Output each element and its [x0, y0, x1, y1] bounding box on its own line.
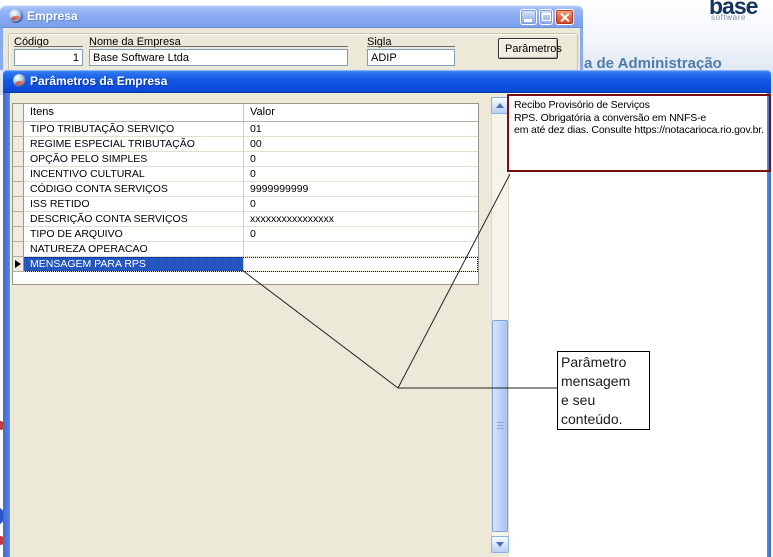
chevron-up-icon	[496, 103, 504, 108]
annotation-note-box: Parâmetro mensagem e seu conteúdo.	[557, 351, 650, 430]
empresa-window-body: Código Nome da Empresa Sigla Parâmetros	[0, 28, 583, 70]
row-item-cell[interactable]: OPÇÃO PELO SIMPLES	[24, 152, 244, 167]
note-line: mensagem	[561, 372, 649, 391]
table-row[interactable]: INCENTIVO CULTURAL 0	[13, 167, 478, 182]
row-item-cell[interactable]: DESCRIÇÃO CONTA SERVIÇOS	[24, 212, 244, 227]
row-selector-cell[interactable]	[13, 197, 24, 212]
empresa-window: Empresa Código Nome da Empresa Sigla Par…	[0, 5, 583, 70]
grid-header-row: Itens Valor	[13, 104, 478, 122]
close-button[interactable]	[555, 9, 574, 25]
row-item-cell[interactable]: INCENTIVO CULTURAL	[24, 167, 244, 182]
chevron-down-icon	[496, 542, 504, 547]
table-row[interactable]: NATUREZA OPERACAO	[13, 242, 478, 257]
row-valor-cell[interactable]: 0	[244, 227, 478, 242]
screen: base software a de Administração Empresa…	[0, 0, 773, 557]
nome-empresa-field[interactable]	[89, 49, 348, 66]
table-row[interactable]: OPÇÃO PELO SIMPLES 0	[13, 152, 478, 167]
parametros-button[interactable]: Parâmetros	[498, 38, 558, 59]
row-selector-cell[interactable]	[13, 227, 24, 242]
empresa-titlebar[interactable]: Empresa	[0, 5, 583, 28]
sigla-field[interactable]	[367, 49, 455, 66]
empresa-window-title: Empresa	[27, 9, 78, 23]
minimize-button[interactable]	[520, 9, 537, 25]
row-valor-cell[interactable]: 01	[244, 122, 478, 137]
table-row[interactable]: ISS RETIDO 0	[13, 197, 478, 212]
row-selector-cell[interactable]	[13, 152, 24, 167]
parameters-grid-body: TIPO TRIBUTAÇÃO SERVIÇO 01 REGIME ESPECI…	[13, 122, 478, 272]
row-item-cell[interactable]: CÓDIGO CONTA SERVIÇOS	[24, 182, 244, 197]
table-row[interactable]: MENSAGEM PARA RPS	[13, 257, 478, 272]
parametros-window-icon	[13, 74, 26, 87]
row-valor-cell[interactable]: xxxxxxxxxxxxxxxx	[244, 212, 478, 227]
sigla-underline	[367, 46, 455, 47]
table-row[interactable]: REGIME ESPECIAL TRIBUTAÇÃO 00	[13, 137, 478, 152]
row-valor-cell[interactable]	[244, 242, 478, 257]
base-logo-subtext: software	[711, 13, 746, 22]
row-selector-cell[interactable]	[13, 242, 24, 257]
scrollbar-thumb[interactable]	[492, 320, 508, 532]
row-selector-cell[interactable]	[13, 167, 24, 182]
row-valor-cell[interactable]: 0	[244, 152, 478, 167]
codigo-underline	[14, 46, 83, 47]
table-row[interactable]: CÓDIGO CONTA SERVIÇOS 9999999999	[13, 182, 478, 197]
minimize-icon	[524, 19, 532, 22]
row-selector-cell[interactable]	[13, 257, 24, 272]
table-row[interactable]: TIPO TRIBUTAÇÃO SERVIÇO 01	[13, 122, 478, 137]
current-row-marker-icon	[15, 260, 21, 268]
row-item-cell[interactable]: MENSAGEM PARA RPS	[24, 257, 244, 272]
grid-selector-header	[13, 104, 24, 121]
row-item-cell[interactable]: TIPO TRIBUTAÇÃO SERVIÇO	[24, 122, 244, 137]
empresa-window-icon	[9, 9, 23, 23]
row-item-cell[interactable]: REGIME ESPECIAL TRIBUTAÇÃO	[24, 137, 244, 152]
scrollbar-grip-icon	[497, 422, 504, 430]
row-selector-cell[interactable]	[13, 212, 24, 227]
highlight-rectangle	[507, 94, 771, 172]
parametros-titlebar[interactable]: Parâmetros da Empresa	[3, 70, 771, 93]
column-header-valor[interactable]: Valor	[244, 104, 478, 121]
row-valor-cell[interactable]: 00	[244, 137, 478, 152]
scroll-down-button[interactable]	[491, 536, 509, 553]
window-border	[3, 93, 10, 557]
row-valor-cell[interactable]	[244, 257, 478, 272]
codigo-field[interactable]	[14, 49, 83, 66]
parameters-grid: Itens Valor TIPO TRIBUTAÇÃO SERVIÇO 01 R…	[12, 103, 479, 285]
row-item-cell[interactable]: NATUREZA OPERACAO	[24, 242, 244, 257]
row-selector-cell[interactable]	[13, 182, 24, 197]
row-valor-cell[interactable]: 0	[244, 167, 478, 182]
row-item-cell[interactable]: TIPO DE ARQUIVO	[24, 227, 244, 242]
maximize-icon	[542, 13, 551, 21]
column-header-itens[interactable]: Itens	[24, 104, 244, 121]
maximize-button[interactable]	[539, 9, 553, 25]
row-valor-cell[interactable]: 9999999999	[244, 182, 478, 197]
row-item-cell[interactable]: ISS RETIDO	[24, 197, 244, 212]
nome-underline	[89, 46, 348, 47]
row-valor-cell[interactable]: 0	[244, 197, 478, 212]
table-row[interactable]: TIPO DE ARQUIVO 0	[13, 227, 478, 242]
note-line: conteúdo.	[561, 410, 649, 429]
row-selector-cell[interactable]	[13, 137, 24, 152]
note-line: e seu	[561, 391, 649, 410]
parametros-window-title: Parâmetros da Empresa	[30, 74, 167, 88]
note-line: Parâmetro	[561, 353, 649, 372]
row-selector-cell[interactable]	[13, 122, 24, 137]
table-row[interactable]: DESCRIÇÃO CONTA SERVIÇOS xxxxxxxxxxxxxxx…	[13, 212, 478, 227]
